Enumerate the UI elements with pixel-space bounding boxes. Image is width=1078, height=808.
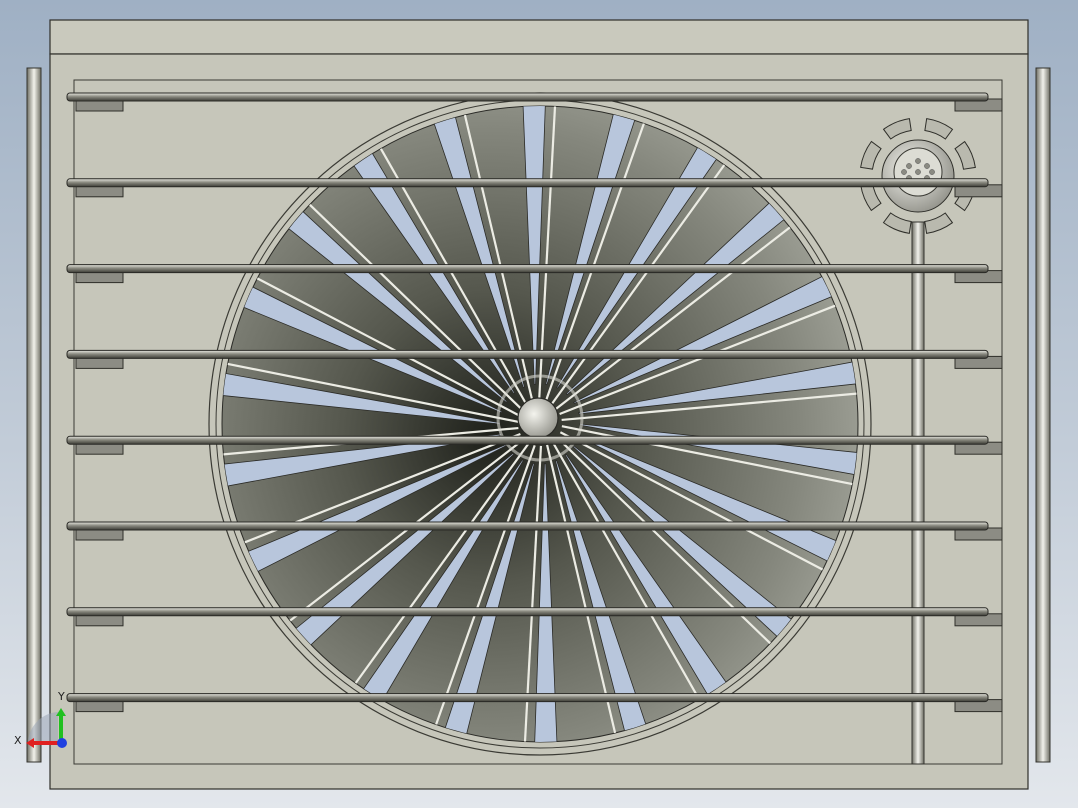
triad-y-label: Y — [57, 690, 65, 703]
grille-bar — [66, 693, 989, 703]
sensor-hole — [915, 158, 921, 164]
sensor-hole — [915, 169, 921, 175]
sensor-hole — [924, 163, 930, 169]
sensor-hole — [906, 163, 912, 169]
grille-bar — [66, 264, 989, 274]
fan-unit-model[interactable]: X Y — [0, 0, 1078, 808]
grille-bar — [66, 349, 989, 359]
cad-viewport[interactable]: X Y — [0, 0, 1078, 808]
fan-assembly — [208, 92, 872, 756]
sensor-pole — [911, 221, 925, 765]
grille-bar — [66, 178, 989, 188]
top-cap — [49, 19, 1029, 55]
left-side-rail — [26, 67, 42, 763]
sensor-hole — [901, 169, 907, 175]
grille-bar — [66, 521, 989, 531]
sensor-hole — [929, 169, 935, 175]
right-side-rail — [1035, 67, 1051, 763]
grille-bar — [66, 607, 989, 617]
triad-x-label: X — [14, 734, 22, 747]
fan-hub — [517, 397, 559, 439]
grille-bar — [66, 92, 989, 102]
grille-bar — [66, 435, 989, 445]
